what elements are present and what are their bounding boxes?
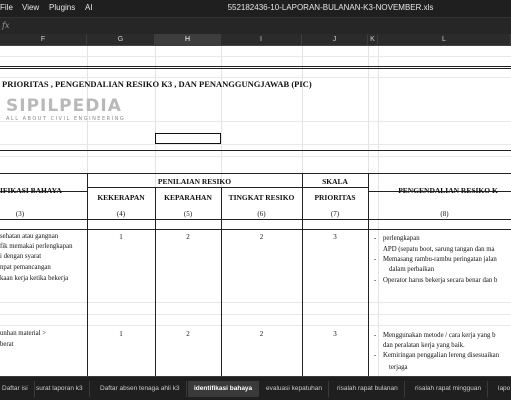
control-text: perlengkapan <box>383 235 420 242</box>
border-line <box>0 68 511 69</box>
header-skala: SKALA <box>322 177 348 186</box>
keparahan-value: 2 <box>186 233 190 241</box>
sheet-tab-bar: Daftar isi surat laporan k3 Daftar absen… <box>0 376 511 400</box>
column-header-h[interactable]: H <box>155 34 221 46</box>
gridline <box>0 77 511 78</box>
tingkat-resiko-value: 2 <box>259 330 264 338</box>
header-tingkat-resiko: TINGKAT RESIKO <box>228 193 295 202</box>
table-border <box>368 173 369 376</box>
control-text: Kemiringan penggalian lereng disesuaikan <box>383 352 500 359</box>
column-number: (7) <box>330 210 340 218</box>
header-prioritas: PRIORITAS <box>314 193 356 202</box>
column-number: (8) <box>440 210 449 218</box>
header-penilaian-resiko: PENILAIAN RESIKO <box>157 177 232 186</box>
column-header-i[interactable]: I <box>221 34 302 46</box>
keparahan-value: 2 <box>186 330 190 338</box>
window-title: 552182436-10-LAPORAN-BULANAN-K3-NOVEMBER… <box>227 3 434 12</box>
column-header-l[interactable]: L <box>378 34 511 46</box>
column-number: (6) <box>257 210 266 218</box>
tab-surat-laporan-k3[interactable]: surat laporan k3 <box>30 381 90 397</box>
tab-risalah-rapat-bulanan[interactable]: risalah rapat bulanan <box>331 381 405 397</box>
tab-lapo[interactable]: lapo <box>492 381 511 397</box>
gridline <box>0 144 511 145</box>
kekerapan-value: 1 <box>119 330 123 338</box>
hazard-text: i dengan syarat <box>0 253 42 260</box>
column-header-g[interactable]: G <box>87 34 155 46</box>
control-text: Memasang rambu-rambu peringatan jalan <box>383 256 497 263</box>
hazard-text: npat pemancangan <box>0 264 51 271</box>
spreadsheet-grid[interactable]: PRIORITAS , PENGENDALIAN RESIKO K3 , DAN… <box>0 46 511 376</box>
sheet-heading: PRIORITAS , PENGENDALIAN RESIKO K3 , DAN… <box>2 79 312 89</box>
table-border-top <box>0 150 511 151</box>
tab-identifikasi-bahaya[interactable]: identifikasi bahaya <box>188 381 260 397</box>
tingkat-resiko-value: 2 <box>259 233 264 241</box>
table-border <box>87 173 88 376</box>
tab-risalah-rapat-mingguan[interactable]: risalah rapat mingguan <box>409 381 489 397</box>
hazard-text: kaan kerja ketika bekerja <box>0 275 69 282</box>
gridline <box>0 56 511 57</box>
hazard-text: unhan material > <box>0 330 47 337</box>
hazard-text: fik memakai perlengkapan <box>0 243 73 250</box>
tab-daftar-absen[interactable]: Daftar absen tenaga ahli k3 <box>94 381 187 397</box>
table-border <box>0 229 511 230</box>
formula-bar[interactable]: fx <box>0 17 511 34</box>
gridline <box>0 314 511 315</box>
border-line <box>0 66 511 67</box>
column-number: (5) <box>183 210 193 218</box>
logo-wordmark: SIPILPEDIA <box>6 96 122 116</box>
tab-evaluasi-kepatuhan[interactable]: evaluasi kepatuhan <box>260 381 330 397</box>
control-text: APD (sepatu boot, sarung tangan dan ma <box>383 246 495 253</box>
control-bullet: - <box>374 235 377 242</box>
control-text: Menggunakan metode / cara kerja yang b <box>383 332 496 339</box>
logo-tagline: ALL ABOUT CIVIL ENGINEERING <box>6 116 126 122</box>
control-text: terjaga <box>389 364 408 371</box>
control-bullet: - <box>374 352 377 359</box>
prioritas-value: 3 <box>333 233 337 241</box>
column-header-k[interactable]: K <box>368 34 378 46</box>
control-bullet: - <box>374 256 377 263</box>
hazard-text: berat <box>0 341 14 348</box>
column-header-j[interactable]: J <box>302 34 368 46</box>
control-bullet: - <box>374 332 377 339</box>
control-text: dalam perbaikan <box>389 266 435 273</box>
table-border <box>0 173 511 174</box>
table-border <box>0 219 511 220</box>
header-kekerapan: KEKERAPAN <box>97 193 145 202</box>
hazard-text: sehatan atau gangnan <box>0 233 59 240</box>
table-border <box>302 173 303 376</box>
control-text: dan peralatan kerja yang baik. <box>383 342 465 349</box>
function-icon[interactable]: fx <box>2 21 9 30</box>
control-text: Operator harus bekerja secara benar dan … <box>383 277 498 284</box>
prioritas-value: 3 <box>333 330 337 338</box>
column-header-row: F G H I J K L <box>0 34 511 46</box>
column-number: (3) <box>15 210 25 218</box>
kekerapan-value: 1 <box>119 233 123 241</box>
table-border <box>87 187 368 188</box>
sipilpedia-logo: SIPILPEDIA ALL ABOUT CIVIL ENGINEERING <box>6 96 125 122</box>
selected-cell[interactable] <box>155 133 221 144</box>
column-header-f[interactable]: F <box>0 34 87 46</box>
gridline <box>0 156 511 157</box>
header-identifikasi-bahaya: IFIKASI BAHAYA <box>0 186 62 195</box>
header-pengendalian-resiko: PENGENDALIAN RESIKO K <box>398 186 498 195</box>
control-bullet: - <box>374 277 377 284</box>
title-bar: File View Plugins AI 552182436-10-LAPORA… <box>0 0 511 17</box>
column-number: (4) <box>116 210 126 218</box>
gridline <box>0 325 511 326</box>
header-keparahan: KEPARAHAN <box>164 193 212 202</box>
gridline <box>0 302 511 303</box>
